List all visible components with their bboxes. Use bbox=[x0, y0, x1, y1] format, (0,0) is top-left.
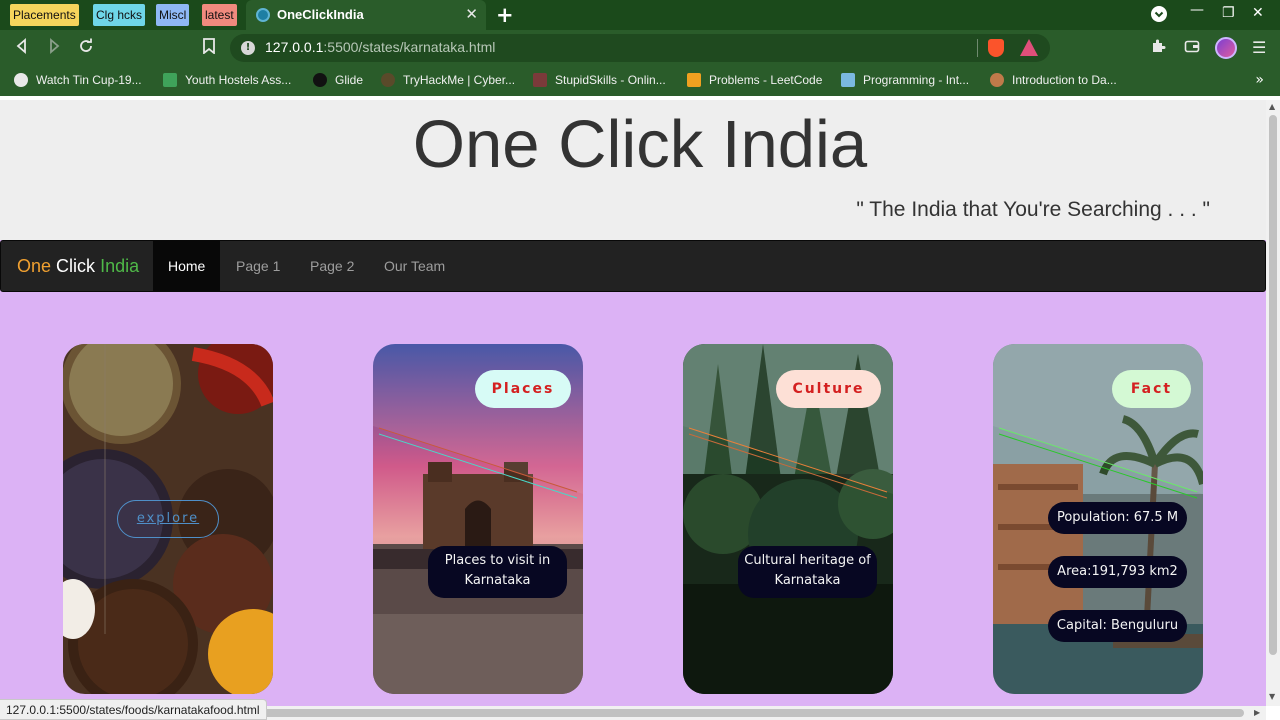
person-icon bbox=[990, 73, 1004, 87]
hostel-icon bbox=[163, 73, 177, 87]
tab-search-icon[interactable] bbox=[1151, 6, 1167, 22]
extensions-icon[interactable] bbox=[1150, 38, 1166, 58]
forward-icon[interactable] bbox=[46, 38, 62, 58]
bookmark-item[interactable]: TryHackMe | Cyber... bbox=[381, 73, 515, 87]
nav-page-2[interactable]: Page 2 bbox=[295, 241, 369, 291]
vertical-scroll-thumb[interactable] bbox=[1269, 115, 1277, 655]
bookmark-item[interactable]: Introduction to Da... bbox=[990, 73, 1117, 87]
scroll-right-icon[interactable]: ▶ bbox=[1254, 708, 1260, 717]
bookmark-item[interactable]: Watch Tin Cup-19... bbox=[14, 73, 142, 87]
globe-favicon-icon bbox=[256, 8, 270, 22]
minimize-icon[interactable]: — bbox=[1190, 2, 1204, 18]
brave-rewards-icon[interactable] bbox=[1020, 39, 1038, 56]
new-tab-icon[interactable]: + bbox=[496, 3, 514, 27]
capital-fact: Capital: Benguluru bbox=[1048, 610, 1187, 642]
bookmark-item[interactable]: Youth Hostels Ass... bbox=[163, 73, 291, 87]
tryhackme-icon bbox=[381, 73, 395, 87]
page-viewport: One Click India " The India that You're … bbox=[0, 100, 1266, 706]
stupidskills-icon bbox=[533, 73, 547, 87]
menu-icon[interactable]: ☰ bbox=[1252, 38, 1266, 57]
population-fact: Population: 67.5 M bbox=[1048, 502, 1187, 534]
navbar-brand[interactable]: One Click India bbox=[17, 256, 139, 277]
bookmark-item[interactable]: Programming - Int... bbox=[841, 73, 969, 87]
address-divider bbox=[977, 39, 978, 57]
leetcode-icon bbox=[687, 73, 701, 87]
tab-group-latest[interactable]: latest bbox=[202, 4, 237, 26]
nav-page-1[interactable]: Page 1 bbox=[221, 241, 295, 291]
bookmark-item[interactable]: Glide bbox=[313, 73, 363, 87]
url-text: 127.0.0.1:5500/states/karnataka.html bbox=[265, 39, 496, 55]
glide-icon bbox=[313, 73, 327, 87]
browser-toolbar: ! 127.0.0.1:5500/states/karnataka.html ☰ bbox=[0, 30, 1280, 66]
explore-button[interactable]: explore bbox=[117, 500, 219, 538]
close-tab-icon[interactable]: ✕ bbox=[465, 5, 478, 23]
culture-card[interactable]: Culture Cultural heritage of Karnataka bbox=[683, 344, 893, 694]
bookmarks-overflow-icon[interactable]: » bbox=[1255, 72, 1264, 88]
active-tab-title: OneClickIndia bbox=[277, 7, 364, 22]
tab-group-clg-hcks[interactable]: Clg hcks bbox=[93, 4, 146, 26]
tab-group-miscl[interactable]: Miscl bbox=[156, 4, 190, 26]
restore-icon[interactable]: ❐ bbox=[1222, 5, 1235, 21]
programming-icon bbox=[841, 73, 855, 87]
profile-avatar[interactable] bbox=[1215, 37, 1237, 59]
tab-bar: Placements Clg hcks Miscl latest OneClic… bbox=[0, 0, 1280, 30]
bookmark-icon[interactable] bbox=[202, 38, 216, 58]
tab-group-placements[interactable]: Placements bbox=[10, 4, 79, 26]
page-title: One Click India bbox=[412, 107, 868, 182]
scroll-up-icon[interactable]: ▲ bbox=[1269, 102, 1275, 111]
food-card[interactable]: explore bbox=[63, 344, 273, 694]
back-icon[interactable] bbox=[14, 38, 30, 58]
brave-shields-icon[interactable] bbox=[988, 39, 1004, 57]
places-caption: Places to visit in Karnataka bbox=[428, 546, 567, 598]
tagline: " The India that You're Searching . . . … bbox=[856, 198, 1210, 221]
site-navbar: One Click India Home Page 1 Page 2 Our T… bbox=[0, 240, 1266, 292]
status-bar-url: 127.0.0.1:5500/states/foods/karnatakafoo… bbox=[0, 699, 267, 720]
culture-badge[interactable]: Culture bbox=[776, 370, 881, 408]
active-tab[interactable]: OneClickIndia ✕ bbox=[246, 0, 486, 30]
vertical-scrollbar[interactable]: ▲ ▼ bbox=[1266, 100, 1280, 706]
bookmark-item[interactable]: StupidSkills - Onlin... bbox=[533, 73, 666, 87]
site-info-icon[interactable]: ! bbox=[241, 41, 255, 55]
scroll-down-icon[interactable]: ▼ bbox=[1269, 692, 1275, 701]
wallet-icon[interactable] bbox=[1184, 38, 1200, 58]
jumbotron: One Click India " The India that You're … bbox=[0, 100, 1266, 240]
fact-badge[interactable]: Fact bbox=[1112, 370, 1191, 408]
address-bar[interactable]: ! 127.0.0.1:5500/states/karnataka.html bbox=[230, 34, 1050, 62]
reload-icon[interactable] bbox=[78, 38, 94, 58]
bookmark-item[interactable]: Problems - LeetCode bbox=[687, 73, 822, 87]
places-badge[interactable]: Places bbox=[475, 370, 571, 408]
globe-icon bbox=[14, 73, 28, 87]
culture-caption: Cultural heritage of Karnataka bbox=[738, 546, 877, 598]
close-window-icon[interactable]: ✕ bbox=[1252, 5, 1264, 21]
bookmarks-bar: Watch Tin Cup-19... Youth Hostels Ass...… bbox=[0, 66, 1280, 96]
fact-card[interactable]: Fact Population: 67.5 M Area:191,793 km2… bbox=[993, 344, 1203, 694]
places-card[interactable]: Places Places to visit in Karnataka bbox=[373, 344, 583, 694]
area-fact: Area:191,793 km2 bbox=[1048, 556, 1187, 588]
nav-our-team[interactable]: Our Team bbox=[369, 241, 460, 291]
nav-home[interactable]: Home bbox=[153, 241, 221, 291]
